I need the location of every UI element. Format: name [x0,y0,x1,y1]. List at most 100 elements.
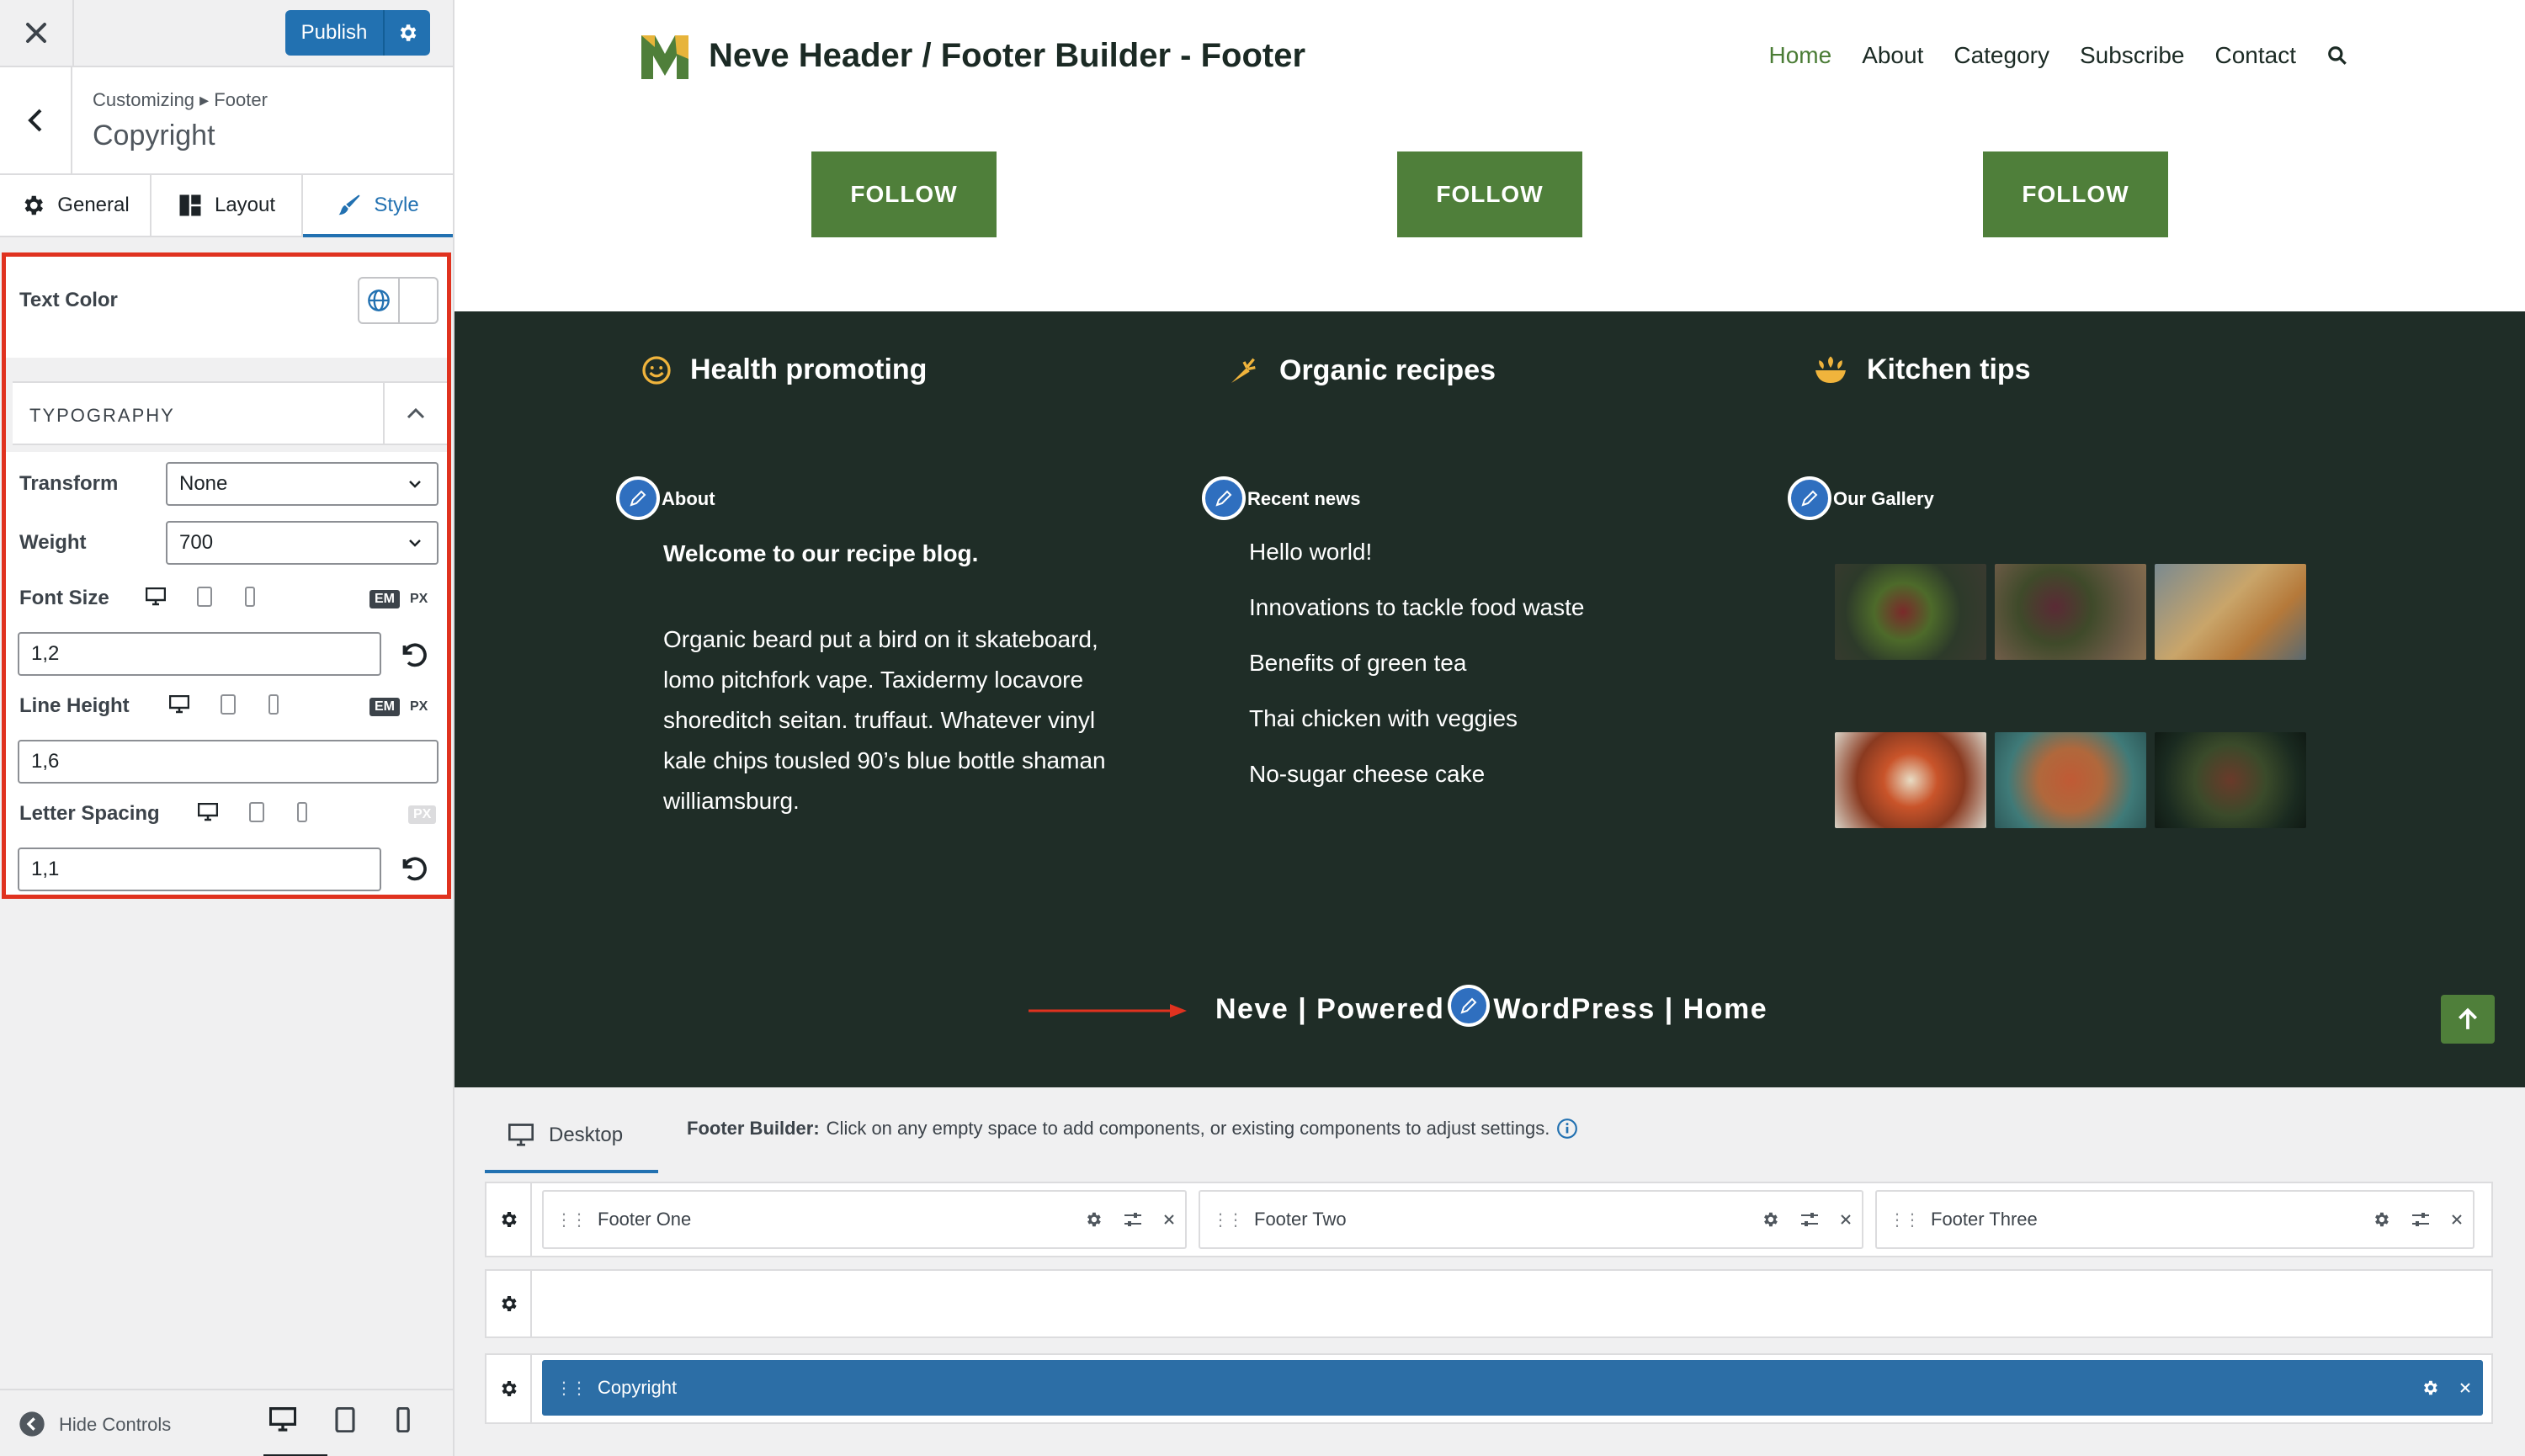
pencil-icon [1460,997,1477,1014]
site-logo-icon[interactable] [638,29,692,84]
hide-controls-button[interactable]: Hide Controls [59,1414,171,1436]
search-icon[interactable] [2326,45,2348,66]
builder-row-top[interactable]: ⋮⋮ Footer One ⋮⋮ Footer Two ⋮⋮ Footer Th… [485,1182,2493,1257]
weight-select[interactable]: 700 [166,521,439,565]
nav-category[interactable]: Category [1954,42,2049,69]
component-footer-three[interactable]: ⋮⋮ Footer Three [1875,1190,2474,1249]
text-color-picker[interactable] [358,277,439,324]
line-height-input[interactable]: 1,6 [18,740,439,784]
publish-settings-button[interactable] [385,10,430,56]
close-button[interactable] [0,0,74,66]
drag-handle-icon[interactable]: ⋮⋮ [1889,1209,1921,1230]
gallery-image[interactable] [1995,732,2146,828]
unit-em-toggle[interactable]: EM [369,590,400,608]
news-link[interactable]: Innovations to tackle food waste [1249,594,1584,621]
about-lead: Welcome to our recipe blog. [663,540,979,566]
news-link[interactable]: Benefits of green tea [1249,650,1466,677]
component-footer-two[interactable]: ⋮⋮ Footer Two [1199,1190,1863,1249]
desktop-icon[interactable] [198,803,218,821]
brush-icon [338,194,360,215]
transform-select[interactable]: None [166,462,439,506]
drag-handle-icon[interactable]: ⋮⋮ [556,1209,587,1230]
gallery-image[interactable] [2155,564,2306,660]
unit-em-toggle[interactable]: EM [369,698,400,716]
tab-style[interactable]: Style [303,175,453,237]
mobile-icon[interactable] [295,802,309,822]
builder-row-main[interactable] [485,1269,2493,1338]
mobile-icon[interactable] [394,1407,412,1432]
font-size-label: Font Size [19,587,109,609]
tablet-icon[interactable] [248,802,265,822]
follow-button[interactable]: FOLLOW [811,151,997,237]
row-settings-button[interactable] [486,1271,532,1336]
drag-handle-icon[interactable]: ⋮⋮ [1212,1209,1244,1230]
desktop-icon[interactable] [146,587,166,606]
publish-button[interactable]: Publish [285,10,385,56]
builder-row-bottom[interactable]: ⋮⋮ Copyright [485,1353,2493,1424]
nav-subscribe[interactable]: Subscribe [2080,42,2185,69]
nav-home[interactable]: Home [1768,42,1831,69]
gallery-image[interactable] [1995,564,2146,660]
gallery-image[interactable] [2155,732,2306,828]
edit-widget-button[interactable] [616,476,660,520]
close-icon[interactable] [2459,1382,2471,1394]
copyright-text[interactable]: Neve | Powered WordPress | Home [1215,985,1768,1027]
builder-tab-desktop[interactable]: Desktop [485,1101,658,1173]
gallery-image[interactable] [1835,732,1986,828]
edit-widget-button[interactable] [1202,476,1246,520]
follow-button[interactable]: FOLLOW [1397,151,1582,237]
tablet-icon[interactable] [333,1407,357,1432]
row-settings-button[interactable] [486,1355,532,1422]
gear-icon[interactable] [1084,1210,1103,1229]
gear-icon[interactable] [1761,1210,1779,1229]
builder-tab-label: Desktop [549,1124,624,1146]
close-icon[interactable] [2451,1214,2463,1225]
mobile-icon[interactable] [267,694,280,715]
tablet-icon[interactable] [196,587,213,607]
component-copyright[interactable]: ⋮⋮ Copyright [542,1360,2483,1416]
font-size-input[interactable]: 1,2 [18,632,381,676]
site-title[interactable]: Neve Header / Footer Builder - Footer [709,37,1305,75]
close-icon[interactable] [1163,1214,1175,1225]
tab-general[interactable]: General [0,175,152,236]
tab-layout[interactable]: Layout [152,175,303,236]
unit-px-toggle[interactable]: PX [410,699,428,715]
reset-icon[interactable] [398,640,428,671]
sliders-icon[interactable] [1799,1210,1820,1229]
follow-button[interactable]: FOLLOW [1983,151,2168,237]
typography-collapse-button[interactable] [383,383,447,444]
weight-label: Weight [19,531,87,554]
tablet-icon[interactable] [220,694,237,715]
collapse-arrow-icon[interactable] [19,1411,45,1437]
gear-icon[interactable] [2421,1379,2439,1397]
info-icon[interactable] [1556,1118,1578,1140]
news-link[interactable]: Thai chicken with veggies [1249,705,1518,732]
feature-title: Organic recipes [1279,353,1496,386]
drag-handle-icon[interactable]: ⋮⋮ [556,1378,587,1399]
gallery-image[interactable] [1835,564,1986,660]
scroll-to-top-button[interactable] [2441,995,2495,1044]
back-button[interactable] [0,67,72,173]
news-link[interactable]: Hello world! [1249,539,1372,566]
desktop-icon[interactable] [169,695,189,714]
news-link[interactable]: No-sugar cheese cake [1249,761,1485,788]
desktop-icon[interactable] [269,1407,296,1432]
edit-widget-button[interactable] [1788,476,1831,520]
unit-px-toggle[interactable]: PX [410,592,428,607]
footer-builder: Desktop Footer Builder: Click on any emp… [454,1087,2525,1456]
row-settings-button[interactable] [486,1183,532,1256]
typography-header[interactable]: TYPOGRAPHY [13,381,447,445]
nav-contact[interactable]: Contact [2215,42,2297,69]
edit-copyright-button[interactable] [1448,985,1491,1027]
nav-about[interactable]: About [1862,42,1923,69]
sliders-icon[interactable] [2411,1210,2431,1229]
gear-icon[interactable] [2372,1210,2390,1229]
global-color-button[interactable] [359,279,400,322]
close-icon[interactable] [1840,1214,1852,1225]
sliders-icon[interactable] [1123,1210,1143,1229]
mobile-icon[interactable] [243,587,257,607]
component-footer-one[interactable]: ⋮⋮ Footer One [542,1190,1187,1249]
letter-spacing-input[interactable]: 1,1 [18,848,381,891]
carrot-icon [1231,358,1256,383]
reset-icon[interactable] [398,854,428,885]
